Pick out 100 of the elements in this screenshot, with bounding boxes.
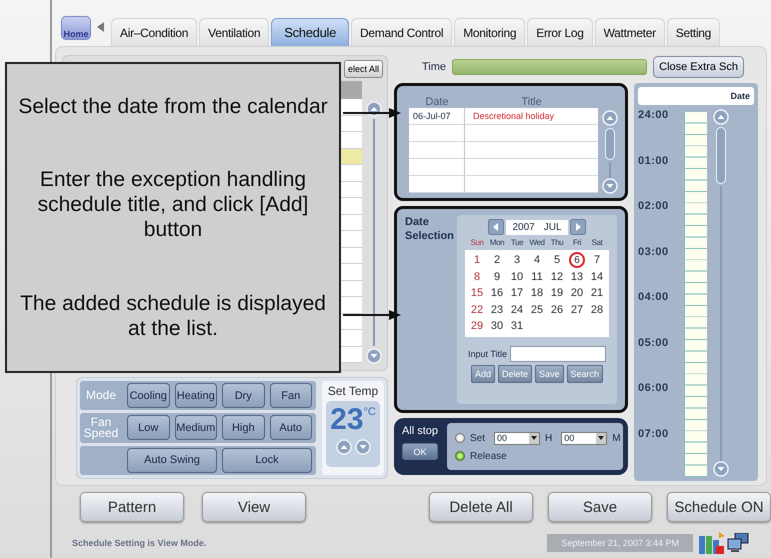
time-label: 07:00: [638, 428, 670, 442]
scroll-up-icon[interactable]: [366, 101, 382, 117]
bottom-button[interactable]: View: [202, 492, 306, 522]
calendar-day[interactable]: 9: [487, 268, 507, 285]
nav-tab[interactable]: Error Log: [527, 18, 593, 46]
calendar-day[interactable]: 31: [507, 318, 527, 334]
radio-button[interactable]: [455, 451, 465, 461]
calendar-day[interactable]: 1: [467, 252, 487, 268]
hour-select[interactable]: 00: [494, 432, 540, 444]
calendar-day[interactable]: 30: [487, 318, 507, 334]
close-extra-button[interactable]: Close Extra Sch: [653, 56, 744, 78]
row-label: Fan Speed: [82, 416, 120, 439]
calendar-day[interactable]: 18: [527, 285, 547, 302]
nav-tab[interactable]: Ventilation: [199, 18, 270, 46]
calendar-day[interactable]: 28: [587, 302, 607, 318]
calendar-day[interactable]: 4: [527, 252, 547, 268]
time-label: 02:00: [638, 200, 670, 214]
nav-tab[interactable]: Wattmeter: [594, 18, 665, 46]
calendar-day[interactable]: 29: [467, 318, 487, 334]
column-header: Date: [424, 96, 450, 108]
option-button[interactable]: Dry: [222, 383, 264, 408]
calendar-day[interactable]: 13: [567, 268, 587, 285]
dropdown-icon: [531, 436, 538, 440]
calendar-day[interactable]: 7: [587, 252, 607, 268]
calendar-day[interactable]: 11: [527, 268, 547, 285]
status-datetime: September 21, 2007 3:44 PM: [547, 534, 693, 552]
ok-button[interactable]: OK: [402, 443, 438, 460]
option-button[interactable]: Low: [127, 415, 170, 440]
option-button[interactable]: Cooling: [127, 383, 170, 408]
temp-down-icon[interactable]: [354, 439, 370, 455]
calendar-day[interactable]: 19: [547, 285, 567, 302]
option-button[interactable]: Auto: [270, 415, 312, 440]
input-title-label: Input Title: [468, 348, 508, 358]
calendar-day[interactable]: 17: [507, 285, 527, 302]
title-cell-text: Descretional holiday: [472, 111, 556, 121]
calendar-day[interactable]: 20: [567, 285, 587, 302]
calendar-day[interactable]: 15: [467, 285, 487, 302]
calendar-day[interactable]: 8: [467, 268, 487, 285]
option-button[interactable]: Heating: [174, 383, 217, 408]
weekday-label: Thu: [550, 238, 564, 247]
temp-up-icon[interactable]: [336, 439, 352, 455]
instruction-text: Select the date from the calendar: [17, 94, 329, 120]
temp-unit: °C: [364, 406, 376, 418]
dropdown-icon: [598, 436, 604, 440]
weekday-label: Wed: [528, 238, 546, 247]
calendar-day[interactable]: 23: [487, 302, 507, 318]
bottom-button[interactable]: Delete All: [429, 492, 533, 522]
scroll-down-icon[interactable]: [602, 178, 618, 194]
bottom-button[interactable]: Pattern: [80, 492, 184, 522]
scroll-thumb[interactable]: [716, 127, 726, 184]
prev-month-icon[interactable]: [488, 219, 504, 235]
list-row[interactable]: 06-Jul-07 Descretional holiday: [409, 108, 598, 125]
calendar-day[interactable]: 22: [467, 302, 487, 318]
calendar-day[interactable]: 6: [569, 252, 585, 268]
calendar-day[interactable]: 10: [507, 268, 527, 285]
calendar-day[interactable]: 24: [507, 302, 527, 318]
calendar-day[interactable]: 27: [567, 302, 587, 318]
calendar-day[interactable]: 2: [487, 252, 507, 268]
option-button[interactable]: Medium: [174, 415, 217, 440]
nav-tab[interactable]: Demand Control: [351, 18, 452, 46]
option-button[interactable]: High: [222, 415, 264, 440]
radio-label: Release: [470, 450, 507, 462]
calendar-day[interactable]: 5: [547, 252, 567, 268]
title-input-field[interactable]: [510, 346, 606, 362]
option-button[interactable]: Lock: [222, 448, 312, 473]
home-button[interactable]: Home: [61, 16, 91, 40]
time-label: 01:00: [638, 154, 670, 168]
calendar-day[interactable]: 16: [487, 285, 507, 302]
calendar-day[interactable]: 12: [547, 268, 567, 285]
calendar-day[interactable]: 14: [587, 268, 607, 285]
scroll-down-icon[interactable]: [713, 461, 729, 477]
bottom-button[interactable]: Schedule ON: [667, 492, 771, 522]
column-header: Title: [520, 96, 543, 108]
time-label: 04:00: [638, 291, 670, 305]
weekday-label: Sun: [469, 238, 485, 247]
minute-select[interactable]: 00: [561, 432, 608, 444]
calendar-day[interactable]: 26: [547, 302, 567, 318]
radio-button[interactable]: [455, 433, 465, 443]
instruction-text: The added schedule is displayed at the list.: [19, 290, 327, 341]
calendar-day[interactable]: 21: [587, 285, 607, 302]
scroll-thumb[interactable]: [605, 128, 615, 160]
all-stop-label: All stop: [402, 425, 438, 437]
left-arrow-icon[interactable]: [97, 22, 105, 32]
temp-value: 23: [330, 403, 364, 437]
nav-tab[interactable]: Monitoring: [454, 18, 526, 46]
nav-tab[interactable]: Schedule: [271, 18, 350, 46]
nav-tab[interactable]: Setting: [666, 18, 720, 46]
month-text: JUL: [544, 222, 562, 232]
option-button[interactable]: Fan: [270, 383, 312, 408]
select-all-button[interactable]: elect All: [344, 60, 383, 78]
scroll-down-icon[interactable]: [366, 348, 382, 364]
nav-tab[interactable]: Air–Condition: [111, 18, 198, 46]
network-icon: [727, 533, 749, 553]
date-selection-label: Date Selection: [405, 215, 451, 244]
bottom-button[interactable]: Save: [548, 492, 652, 522]
option-button[interactable]: Auto Swing: [127, 448, 217, 473]
next-month-icon[interactable]: [570, 219, 586, 235]
time-label: Time: [422, 61, 446, 73]
calendar-day[interactable]: 3: [507, 252, 527, 268]
calendar-day[interactable]: 25: [527, 302, 547, 318]
